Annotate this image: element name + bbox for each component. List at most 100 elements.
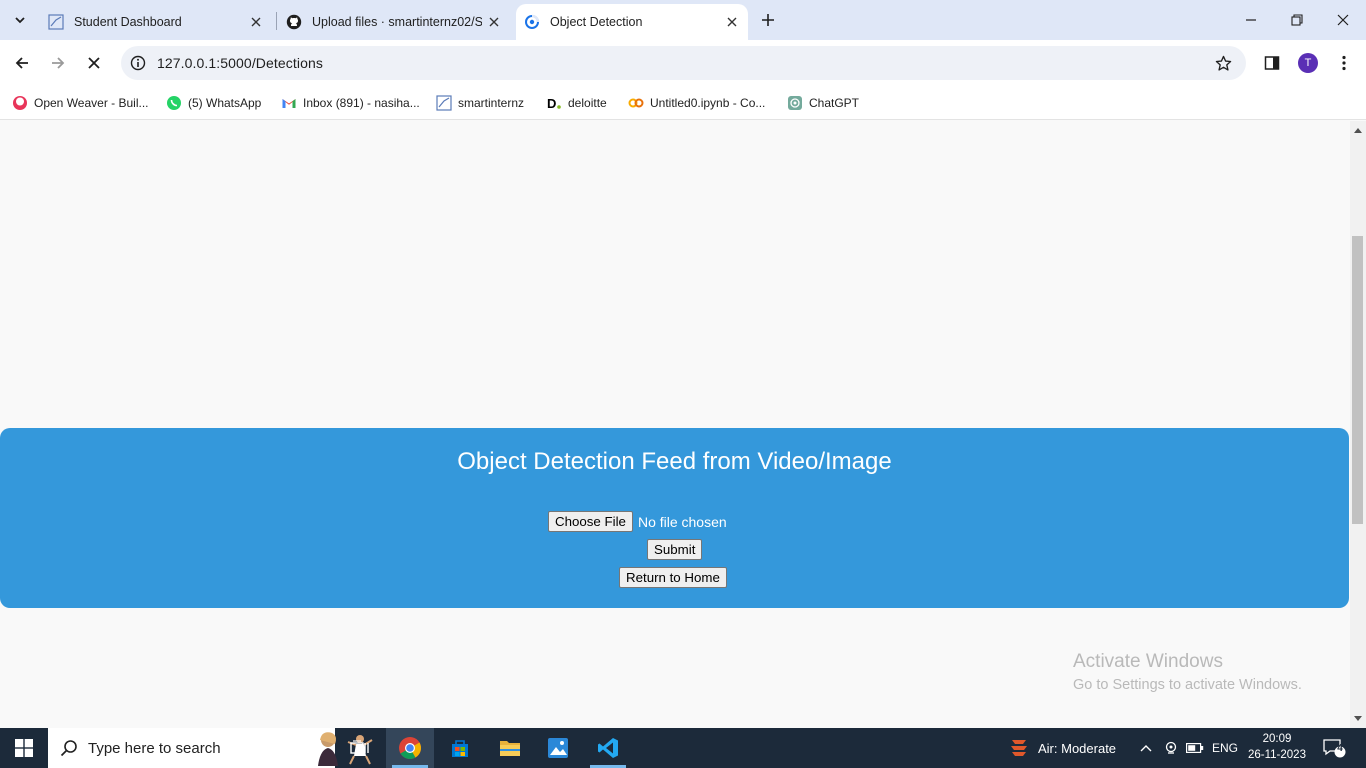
bookmark-star-icon[interactable] <box>1214 54 1232 72</box>
browser-menu-button[interactable] <box>1330 49 1358 77</box>
air-quality-icon <box>1011 740 1027 756</box>
tab-upload-files[interactable]: Upload files · smartinternz02/SI <box>278 4 510 40</box>
tab-strip: Student Dashboard Upload files · smartin… <box>0 0 1366 40</box>
task-view-button[interactable] <box>336 728 384 768</box>
bookmark-deloitte[interactable]: D deloitte <box>546 92 607 114</box>
watermark-title: Activate Windows <box>1073 651 1223 672</box>
photos-icon <box>548 738 568 758</box>
taskbar-clock[interactable]: 20:09 26-11-2023 <box>1240 731 1314 763</box>
close-tab-icon[interactable] <box>486 14 502 30</box>
taskbar-microsoft-store[interactable] <box>436 728 484 768</box>
chevron-down-icon <box>15 17 25 24</box>
bookmark-inbox[interactable]: Inbox (891) - nasiha... <box>281 92 420 114</box>
vertical-scrollbar[interactable] <box>1350 121 1366 728</box>
plus-icon <box>762 14 774 26</box>
search-icon <box>60 740 77 757</box>
show-hidden-icons-button[interactable] <box>1140 728 1154 768</box>
detection-panel: Object Detection Feed from Video/Image C… <box>0 428 1349 608</box>
stop-loading-button[interactable] <box>80 49 108 77</box>
svg-text:D: D <box>547 96 556 111</box>
bookmark-chatgpt[interactable]: ChatGPT <box>787 92 859 114</box>
clock-date: 26-11-2023 <box>1248 749 1306 761</box>
activate-windows-watermark: Activate Windows Go to Settings to activ… <box>1073 651 1302 693</box>
tab-separator <box>276 12 277 30</box>
close-icon <box>88 57 100 69</box>
chatgpt-icon <box>787 95 803 111</box>
taskbar-file-explorer[interactable] <box>486 728 534 768</box>
camera-icon <box>1165 741 1177 754</box>
language-indicator[interactable]: ENG <box>1212 728 1238 768</box>
bookmark-label: (5) WhatsApp <box>188 96 262 110</box>
open-weaver-icon <box>12 95 28 111</box>
restore-button[interactable] <box>1274 0 1320 40</box>
battery-icon <box>1186 743 1204 753</box>
forward-button[interactable] <box>44 49 72 77</box>
submit-button[interactable]: Submit <box>647 539 703 560</box>
smartinternz-icon <box>48 14 64 30</box>
meet-now-button[interactable] <box>1164 728 1178 768</box>
bookmark-label: Untitled0.ipynb - Co... <box>650 96 766 110</box>
close-window-button[interactable] <box>1320 0 1366 40</box>
address-bar[interactable]: 127.0.0.1:5000/Detections <box>121 46 1246 80</box>
bookmark-label: smartinternz <box>458 96 525 110</box>
page-viewport: Object Detection Feed from Video/Image C… <box>0 121 1350 728</box>
chrome-icon <box>399 737 421 759</box>
file-input[interactable]: Choose File No file chosen <box>548 511 727 532</box>
tab-title: Upload files · smartinternz02/SI <box>312 15 482 29</box>
windows-taskbar: Type here to search Air: Moderate ENG 20… <box>0 728 1366 768</box>
arrow-right-icon <box>52 57 65 69</box>
taskbar-photos[interactable] <box>534 728 582 768</box>
windows-logo-icon <box>15 739 33 757</box>
taskbar-chrome[interactable] <box>386 728 434 768</box>
close-tab-icon[interactable] <box>724 14 740 30</box>
clock-time: 20:09 <box>1262 733 1292 745</box>
scroll-up-icon[interactable] <box>1350 123 1366 137</box>
weather-text: Air: Moderate <box>1038 740 1117 756</box>
colab-icon <box>628 95 644 111</box>
arrow-left-icon <box>15 57 28 69</box>
scrollbar-thumb[interactable] <box>1352 236 1363 524</box>
minimize-icon <box>1246 19 1256 21</box>
watermark-subtitle: Go to Settings to activate Windows. <box>1073 677 1302 693</box>
minimize-button[interactable] <box>1228 0 1274 40</box>
chevron-up-icon <box>1140 745 1152 752</box>
bookmark-label: Open Weaver - Buil... <box>34 96 149 110</box>
github-icon <box>286 14 302 30</box>
side-panel-button[interactable] <box>1258 49 1286 77</box>
choose-file-button[interactable]: Choose File <box>548 511 633 532</box>
back-button[interactable] <box>8 49 36 77</box>
close-tab-icon[interactable] <box>248 14 264 30</box>
tab-search-button[interactable] <box>6 6 34 34</box>
task-view-icon <box>350 740 369 754</box>
profile-avatar[interactable]: T <box>1298 53 1318 73</box>
tab-student-dashboard[interactable]: Student Dashboard <box>40 4 270 40</box>
battery-button[interactable] <box>1186 728 1204 768</box>
notification-count: 4 <box>1337 743 1343 754</box>
url-text[interactable]: 127.0.0.1:5000/Detections <box>157 55 323 71</box>
page-title: Object Detection Feed from Video/Image <box>457 448 892 475</box>
close-icon <box>1337 14 1349 26</box>
start-button[interactable] <box>0 728 48 768</box>
tab-object-detection[interactable]: Object Detection <box>516 4 748 40</box>
vscode-icon <box>598 738 618 758</box>
bookmark-whatsapp[interactable]: (5) WhatsApp <box>166 92 261 114</box>
site-info-icon[interactable] <box>129 54 147 72</box>
bookmarks-bar: Open Weaver - Buil... (5) WhatsApp Inbox… <box>0 86 1366 120</box>
return-home-button[interactable]: Return to Home <box>619 567 727 588</box>
bookmark-open-weaver[interactable]: Open Weaver - Buil... <box>12 92 149 114</box>
deloitte-icon: D <box>546 95 562 111</box>
side-panel-icon <box>1264 56 1280 70</box>
restore-icon <box>1291 14 1303 26</box>
taskbar-vscode[interactable] <box>584 728 632 768</box>
whatsapp-icon <box>166 95 182 111</box>
weather-widget[interactable]: Air: Moderate <box>1008 728 1116 768</box>
bookmark-label: ChatGPT <box>809 96 860 110</box>
scroll-down-icon[interactable] <box>1350 712 1366 726</box>
gmail-icon <box>281 95 297 111</box>
folder-icon <box>500 741 520 756</box>
taskbar-search-box[interactable]: Type here to search <box>48 728 373 768</box>
bookmark-colab[interactable]: Untitled0.ipynb - Co... <box>628 92 765 114</box>
action-center-button[interactable]: 4 <box>1322 728 1346 768</box>
bookmark-smartinternz[interactable]: smartinternz <box>436 92 524 114</box>
new-tab-button[interactable] <box>756 8 780 32</box>
